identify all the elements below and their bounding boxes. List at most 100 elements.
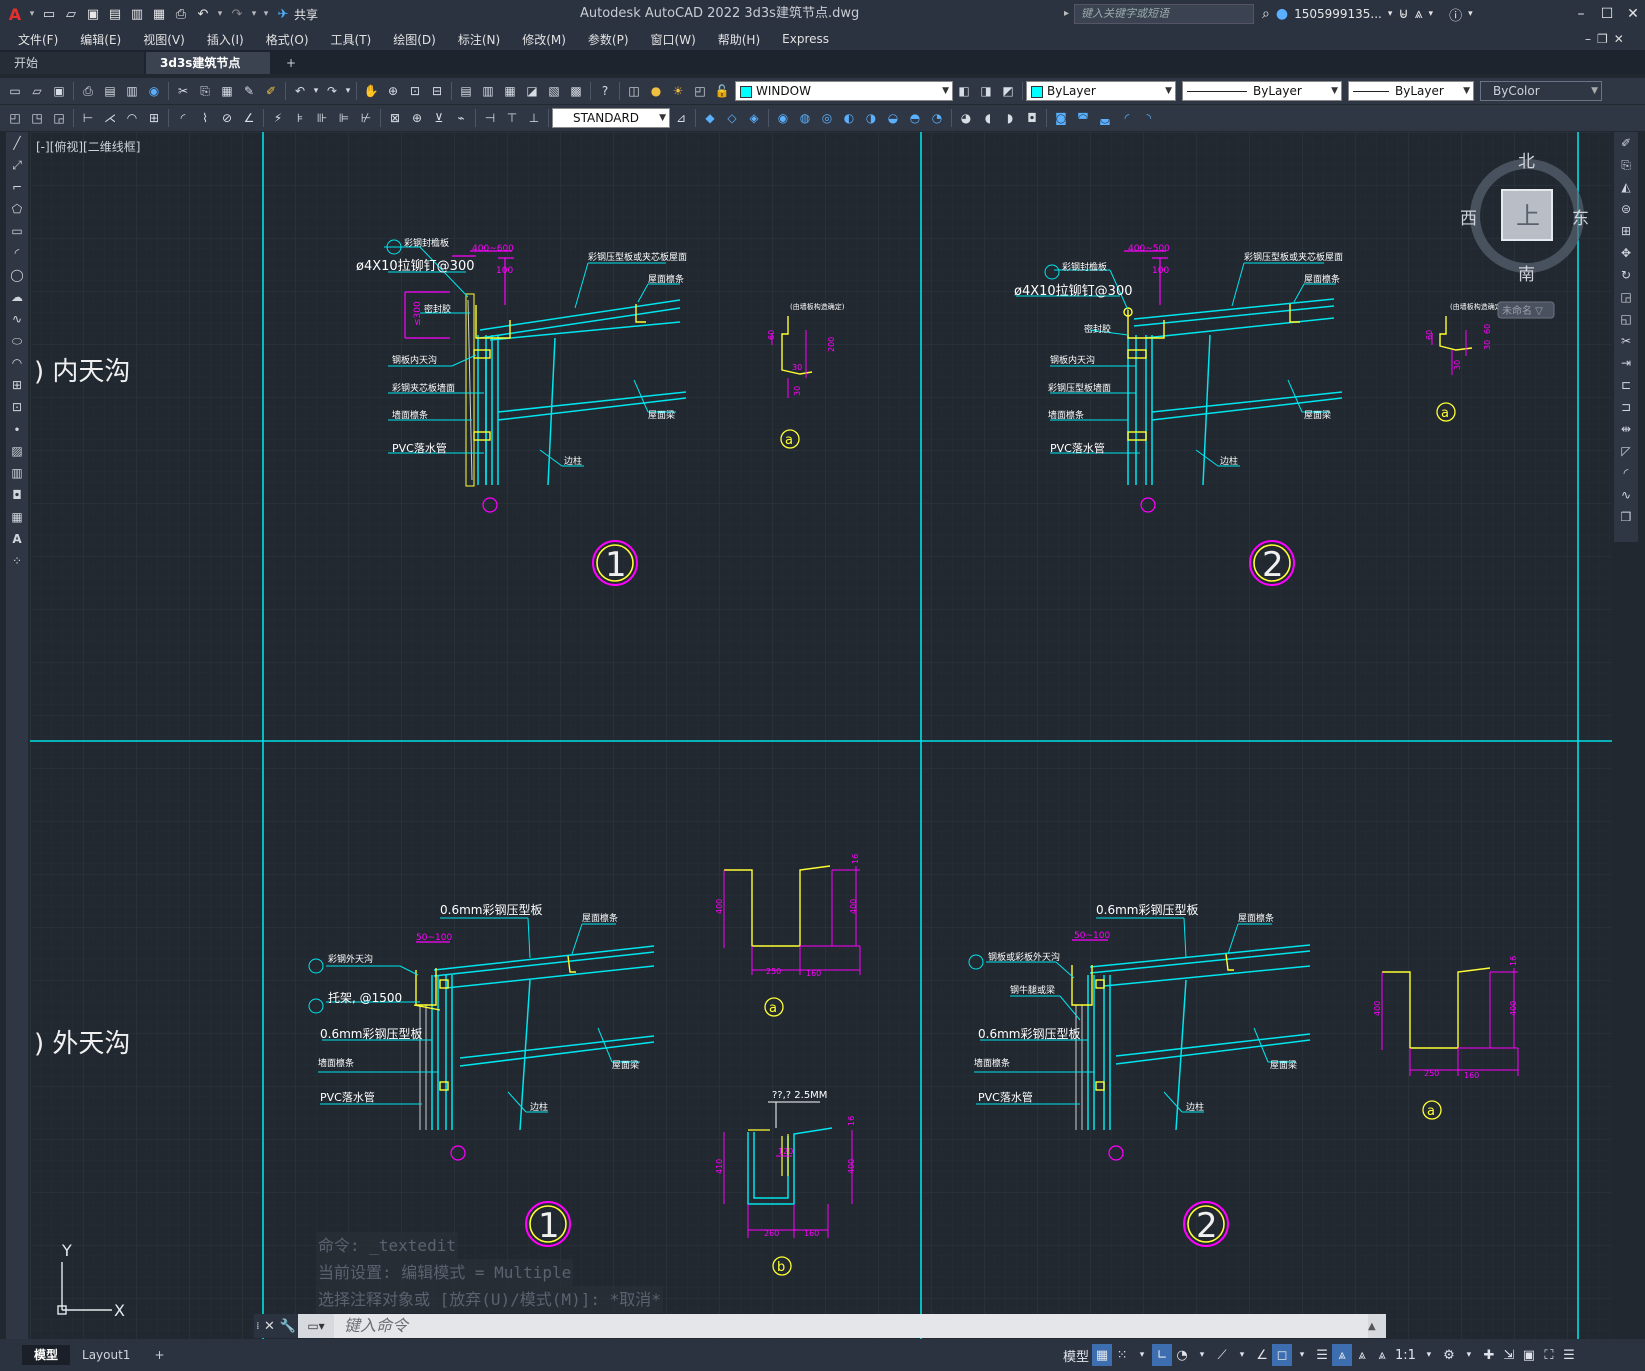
layout-tab-model[interactable]: 模型 [22, 1345, 71, 1365]
viewcube-ucs-menu[interactable]: 未命名 ▽ [1502, 304, 1543, 317]
viewcube-top[interactable]: 上 [1516, 202, 1540, 230]
object-snap-icon[interactable]: ◻ [1272, 1344, 1293, 1366]
polygon-icon[interactable]: ⬠ [6, 198, 28, 220]
markup-icon[interactable]: ▧ [543, 81, 565, 101]
extrude-icon[interactable]: ◐ [838, 108, 860, 128]
menu-modify[interactable]: 修改(M) [522, 31, 566, 48]
tab-add-button[interactable]: + [272, 52, 310, 74]
menu-view[interactable]: 视图(V) [143, 31, 185, 48]
plot-icon[interactable]: ⎙ [77, 81, 99, 101]
zoom-window-icon[interactable]: ⊡ [404, 81, 426, 101]
menu-insert[interactable]: 插入(I) [207, 31, 244, 48]
clean-screen-icon[interactable]: ⛶ [1539, 1344, 1559, 1366]
help-icon[interactable]: ⓘ [1449, 5, 1462, 24]
fillet-icon[interactable]: ◜ [1614, 462, 1638, 484]
explode-icon[interactable]: ❒ [1614, 506, 1638, 528]
search-input[interactable]: 键入关键字或短语 [1074, 4, 1254, 24]
blend-curves-icon[interactable]: ∿ [1614, 484, 1638, 506]
revision-cloud-icon[interactable]: ☁ [6, 286, 28, 308]
viewcube-south[interactable]: 南 [1518, 265, 1535, 285]
user-dropdown-icon[interactable]: ▾ [1388, 9, 1393, 19]
open-web-icon[interactable]: ▥ [127, 5, 147, 23]
3d-print-icon[interactable]: ◉ [143, 81, 165, 101]
copy-object-icon[interactable]: ⎘ [1614, 154, 1638, 176]
model-space-button[interactable]: 模型 [1060, 1344, 1092, 1366]
gradient-icon[interactable]: ▥ [6, 462, 28, 484]
visual-style-1-icon[interactable]: ◕ [955, 108, 977, 128]
menu-tools[interactable]: 工具(T) [331, 31, 372, 48]
viewport-controls-label[interactable]: [-][俯视][二维线框] [36, 138, 140, 155]
loft-icon[interactable]: ◓ [904, 108, 926, 128]
tool-palettes-icon[interactable]: ▦ [499, 81, 521, 101]
design-center-icon[interactable]: ▥ [477, 81, 499, 101]
save-icon[interactable]: ▣ [83, 5, 103, 23]
undo-icon[interactable]: ↶ [193, 5, 213, 23]
redo-icon[interactable]: ↷ [321, 81, 343, 101]
redo-dropdown-icon[interactable]: ▾ [343, 81, 353, 101]
color-dropdown[interactable]: ByLayer ▼ [1026, 81, 1176, 101]
plot-icon[interactable]: ⎙ [171, 5, 191, 23]
add-selected-icon[interactable]: ⁘ [6, 550, 28, 572]
construction-line-icon[interactable]: ⤢ [6, 154, 28, 176]
block-editor-icon[interactable]: ✐ [260, 81, 282, 101]
polar-dropdown-icon[interactable]: ▾ [1192, 1344, 1212, 1366]
spline-icon[interactable]: ∿ [6, 308, 28, 330]
region-icon[interactable]: ◘ [6, 484, 28, 506]
command-grip-icon[interactable]: ⁞ [256, 1321, 259, 1332]
dim-diameter-icon[interactable]: ⊘ [216, 108, 238, 128]
open-file-icon[interactable]: ▱ [61, 5, 81, 23]
scale-icon[interactable]: ◲ [1614, 286, 1638, 308]
quick-dim-icon[interactable]: ⚡ [267, 108, 289, 128]
annotation-monitor-icon[interactable]: ✚ [1479, 1344, 1499, 1366]
layer-dropdown[interactable]: WINDOW ▼ [735, 81, 953, 101]
dim-baseline-icon[interactable]: ⊧ [289, 108, 311, 128]
annotation-scale-icon[interactable]: ⩓ [1372, 1344, 1392, 1366]
layout-tab-add-icon[interactable]: + [142, 1345, 176, 1365]
command-input[interactable]: 键入命令 [334, 1314, 1368, 1338]
menu-express[interactable]: Express [782, 32, 829, 46]
sheet-set-icon[interactable]: ◪ [521, 81, 543, 101]
layer-on-icon[interactable]: ● [645, 81, 667, 101]
save-as-icon[interactable]: ▤ [105, 5, 125, 23]
redo-icon[interactable]: ↷ [227, 5, 247, 23]
publish-icon[interactable]: ▥ [121, 81, 143, 101]
command-customize-icon[interactable]: 🔧 [280, 1319, 296, 1334]
visual-style-2-icon[interactable]: ◖ [977, 108, 999, 128]
table-icon[interactable]: ▦ [6, 506, 28, 528]
dim-style-dropdown[interactable]: STANDARD ▼ [552, 108, 670, 128]
subtract-icon[interactable]: ◍ [794, 108, 816, 128]
dim-radius-icon[interactable]: ◜ [172, 108, 194, 128]
viewcube-north[interactable]: 北 [1518, 152, 1535, 172]
help-icon[interactable]: ? [594, 81, 616, 101]
make-current-layer-icon[interactable]: ◧ [953, 81, 975, 101]
save-icon[interactable]: ▣ [48, 81, 70, 101]
search-icon[interactable]: ⌕ [1262, 6, 1270, 22]
dim-aligned-icon[interactable]: ⋌ [99, 108, 121, 128]
scale-dropdown-icon[interactable]: ▾ [1419, 1344, 1439, 1366]
open-icon[interactable]: ▱ [26, 81, 48, 101]
menu-format[interactable]: 格式(O) [266, 31, 309, 48]
section-outer-label[interactable]: ) 外天沟 [34, 1029, 130, 1059]
help-dropdown-icon[interactable]: ▾ [1468, 9, 1473, 19]
make-block-icon[interactable]: ⊡ [6, 396, 28, 418]
share-label[interactable]: 共享 [294, 6, 318, 23]
command-history-toggle-icon[interactable]: ▲ [1368, 1321, 1386, 1332]
viewcube-east[interactable]: 东 [1572, 209, 1589, 229]
undo-dropdown-icon[interactable]: ▾ [215, 5, 225, 23]
menu-help[interactable]: 帮助(H) [718, 31, 760, 48]
3d-box-icon[interactable]: ◆ [699, 108, 721, 128]
units-icon[interactable]: ⇲ [1499, 1344, 1519, 1366]
visual-style-3-icon[interactable]: ◗ [999, 108, 1021, 128]
properties-icon[interactable]: ▤ [455, 81, 477, 101]
intersect-icon[interactable]: ◎ [816, 108, 838, 128]
new-file-icon[interactable]: ▭ [39, 5, 59, 23]
user-name[interactable]: 1505999135... [1294, 7, 1382, 21]
offset-icon[interactable]: ⊜ [1614, 198, 1638, 220]
doc-minimize-icon[interactable]: – [1585, 32, 1591, 46]
tolerance-icon[interactable]: ⊠ [384, 108, 406, 128]
object-snap-dropdown-icon[interactable]: ▾ [1292, 1344, 1312, 1366]
mirror-icon[interactable]: ◭ [1614, 176, 1638, 198]
autodesk-account-icon[interactable]: ⩓ [1415, 6, 1423, 22]
pan-icon[interactable]: ✋ [360, 81, 382, 101]
trim-icon[interactable]: ✂ [1614, 330, 1638, 352]
